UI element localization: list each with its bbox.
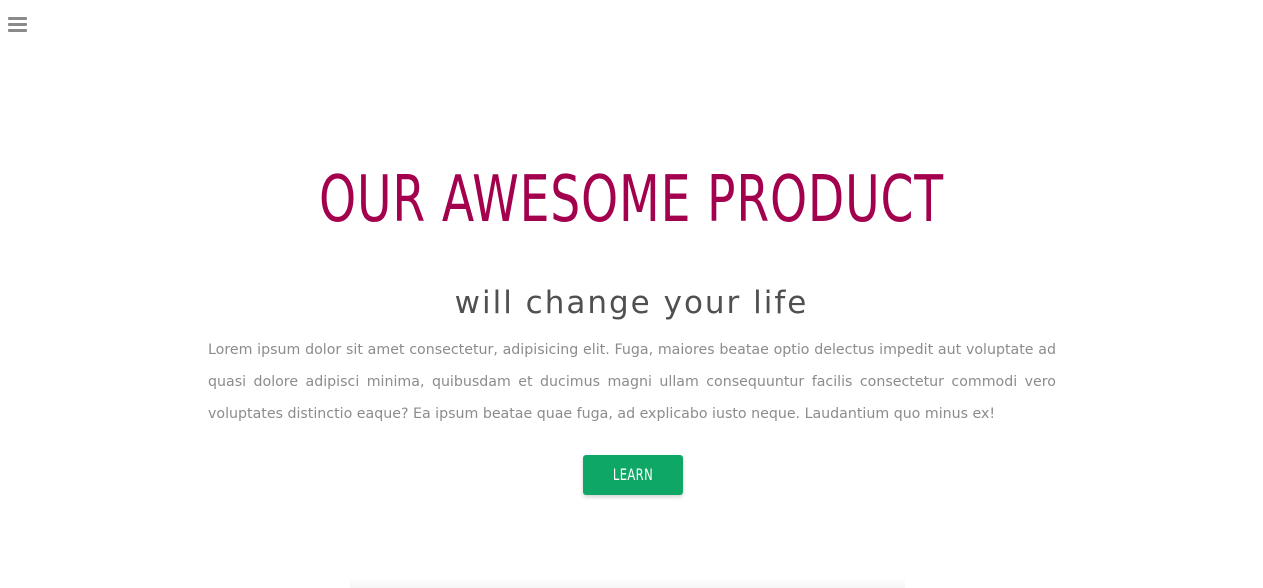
learn-more-button[interactable]: LEARN MORE	[583, 455, 683, 524]
hero-subtitle: will change your life	[454, 285, 809, 321]
next-section-shadow	[350, 578, 905, 588]
landing-page: OUR AWESOME PRODUCT will change your lif…	[0, 0, 1263, 588]
menu-bar-middle	[8, 23, 27, 26]
menu-bar-top	[8, 17, 27, 20]
learn-more-label: LEARN MORE	[612, 465, 654, 524]
menu-bar-bottom	[8, 29, 27, 32]
hero-description: Lorem ipsum dolor sit amet consectetur, …	[208, 342, 1056, 422]
hamburger-menu-icon[interactable]	[8, 17, 27, 34]
hero-title: OUR AWESOME PRODUCT	[319, 163, 944, 237]
